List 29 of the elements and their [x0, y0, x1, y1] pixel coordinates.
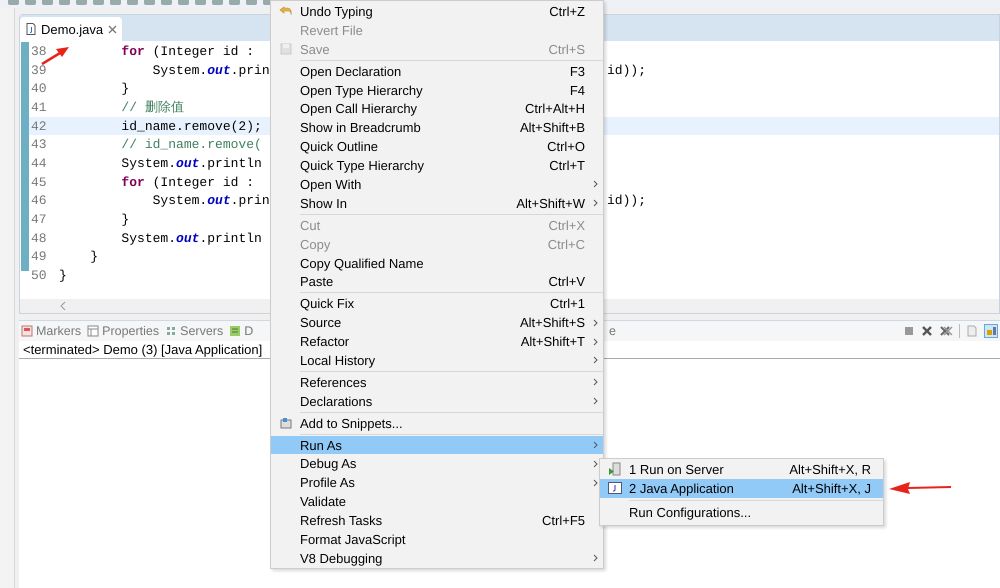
code-line: id));	[607, 62, 646, 78]
line-number: 40	[30, 81, 48, 96]
line-number: 45	[30, 174, 48, 190]
code-line: System.out.println	[120, 156, 263, 171]
line-number: 48	[30, 230, 48, 246]
line-number: 50	[30, 268, 48, 284]
line-number: 41	[30, 100, 48, 115]
line-number: 44	[30, 156, 48, 171]
line-number: 39	[30, 62, 48, 78]
code-line: for (Integer id :	[120, 174, 256, 190]
code-line: for (Integer id :	[120, 44, 256, 59]
line-number: 38	[30, 44, 48, 59]
code-line: // id_name.remove(	[120, 137, 263, 152]
code-line: }	[120, 81, 130, 96]
code-line: }	[120, 212, 130, 228]
code-line: System.out.println	[120, 230, 263, 246]
line-number: 47	[30, 212, 48, 228]
panel-tab-label: e	[609, 324, 616, 338]
line-number: 46	[30, 193, 48, 208]
code-line: System.out.prin	[152, 193, 271, 208]
code-line: System.out.prin	[152, 62, 271, 78]
code-line: }	[59, 268, 68, 284]
code-line: id_name.remove(2);	[120, 118, 263, 134]
line-number: 49	[30, 249, 48, 264]
code-line: id));	[607, 193, 646, 208]
line-number: 42	[30, 118, 48, 134]
line-number: 43	[30, 137, 48, 152]
code-line: }	[89, 249, 100, 264]
code-line: // 删除值	[120, 99, 185, 116]
